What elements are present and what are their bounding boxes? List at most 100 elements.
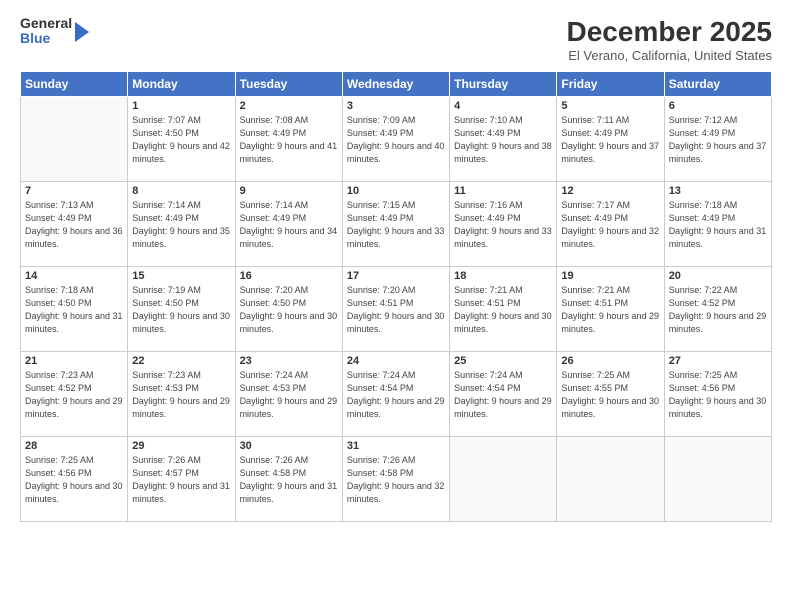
location: El Verano, California, United States bbox=[567, 48, 772, 63]
day-number: 22 bbox=[132, 355, 230, 367]
calendar-week-row: 28 Sunrise: 7:25 AMSunset: 4:56 PMDaylig… bbox=[21, 437, 772, 522]
day-number: 26 bbox=[561, 355, 659, 367]
month-title: December 2025 bbox=[567, 16, 772, 48]
day-number: 7 bbox=[25, 185, 123, 197]
table-row: 21 Sunrise: 7:23 AMSunset: 4:52 PMDaylig… bbox=[21, 352, 128, 437]
day-number: 11 bbox=[454, 185, 552, 197]
day-info: Sunrise: 7:14 AMSunset: 4:49 PMDaylight:… bbox=[240, 199, 338, 251]
day-info: Sunrise: 7:14 AMSunset: 4:49 PMDaylight:… bbox=[132, 199, 230, 251]
day-number: 20 bbox=[669, 270, 767, 282]
day-number: 10 bbox=[347, 185, 445, 197]
table-row bbox=[664, 437, 771, 522]
col-thursday: Thursday bbox=[450, 72, 557, 97]
table-row: 27 Sunrise: 7:25 AMSunset: 4:56 PMDaylig… bbox=[664, 352, 771, 437]
day-number: 8 bbox=[132, 185, 230, 197]
day-info: Sunrise: 7:08 AMSunset: 4:49 PMDaylight:… bbox=[240, 114, 338, 166]
table-row: 14 Sunrise: 7:18 AMSunset: 4:50 PMDaylig… bbox=[21, 267, 128, 352]
day-info: Sunrise: 7:11 AMSunset: 4:49 PMDaylight:… bbox=[561, 114, 659, 166]
day-info: Sunrise: 7:18 AMSunset: 4:50 PMDaylight:… bbox=[25, 284, 123, 336]
table-row bbox=[21, 97, 128, 182]
table-row: 10 Sunrise: 7:15 AMSunset: 4:49 PMDaylig… bbox=[342, 182, 449, 267]
table-row: 22 Sunrise: 7:23 AMSunset: 4:53 PMDaylig… bbox=[128, 352, 235, 437]
day-info: Sunrise: 7:26 AMSunset: 4:58 PMDaylight:… bbox=[240, 454, 338, 506]
table-row bbox=[557, 437, 664, 522]
day-info: Sunrise: 7:12 AMSunset: 4:49 PMDaylight:… bbox=[669, 114, 767, 166]
day-number: 24 bbox=[347, 355, 445, 367]
table-row: 18 Sunrise: 7:21 AMSunset: 4:51 PMDaylig… bbox=[450, 267, 557, 352]
calendar-week-row: 1 Sunrise: 7:07 AMSunset: 4:50 PMDayligh… bbox=[21, 97, 772, 182]
calendar-week-row: 21 Sunrise: 7:23 AMSunset: 4:52 PMDaylig… bbox=[21, 352, 772, 437]
logo: General Blue bbox=[20, 16, 89, 47]
table-row: 20 Sunrise: 7:22 AMSunset: 4:52 PMDaylig… bbox=[664, 267, 771, 352]
day-info: Sunrise: 7:19 AMSunset: 4:50 PMDaylight:… bbox=[132, 284, 230, 336]
day-info: Sunrise: 7:23 AMSunset: 4:53 PMDaylight:… bbox=[132, 369, 230, 421]
day-info: Sunrise: 7:20 AMSunset: 4:50 PMDaylight:… bbox=[240, 284, 338, 336]
logo-general: General bbox=[20, 16, 72, 31]
day-number: 18 bbox=[454, 270, 552, 282]
table-row: 29 Sunrise: 7:26 AMSunset: 4:57 PMDaylig… bbox=[128, 437, 235, 522]
table-row: 4 Sunrise: 7:10 AMSunset: 4:49 PMDayligh… bbox=[450, 97, 557, 182]
day-info: Sunrise: 7:20 AMSunset: 4:51 PMDaylight:… bbox=[347, 284, 445, 336]
logo-text: General Blue bbox=[20, 16, 72, 47]
header: General Blue December 2025 El Verano, Ca… bbox=[20, 16, 772, 63]
day-info: Sunrise: 7:10 AMSunset: 4:49 PMDaylight:… bbox=[454, 114, 552, 166]
calendar-table: Sunday Monday Tuesday Wednesday Thursday… bbox=[20, 71, 772, 522]
table-row: 24 Sunrise: 7:24 AMSunset: 4:54 PMDaylig… bbox=[342, 352, 449, 437]
day-info: Sunrise: 7:24 AMSunset: 4:54 PMDaylight:… bbox=[454, 369, 552, 421]
day-number: 21 bbox=[25, 355, 123, 367]
day-number: 19 bbox=[561, 270, 659, 282]
day-info: Sunrise: 7:23 AMSunset: 4:52 PMDaylight:… bbox=[25, 369, 123, 421]
day-info: Sunrise: 7:13 AMSunset: 4:49 PMDaylight:… bbox=[25, 199, 123, 251]
title-block: December 2025 El Verano, California, Uni… bbox=[567, 16, 772, 63]
col-wednesday: Wednesday bbox=[342, 72, 449, 97]
col-saturday: Saturday bbox=[664, 72, 771, 97]
day-info: Sunrise: 7:07 AMSunset: 4:50 PMDaylight:… bbox=[132, 114, 230, 166]
day-number: 16 bbox=[240, 270, 338, 282]
day-info: Sunrise: 7:21 AMSunset: 4:51 PMDaylight:… bbox=[561, 284, 659, 336]
day-info: Sunrise: 7:24 AMSunset: 4:53 PMDaylight:… bbox=[240, 369, 338, 421]
day-number: 9 bbox=[240, 185, 338, 197]
logo-arrow-icon bbox=[75, 22, 89, 42]
col-tuesday: Tuesday bbox=[235, 72, 342, 97]
day-number: 29 bbox=[132, 440, 230, 452]
day-number: 2 bbox=[240, 100, 338, 112]
calendar-week-row: 7 Sunrise: 7:13 AMSunset: 4:49 PMDayligh… bbox=[21, 182, 772, 267]
day-number: 5 bbox=[561, 100, 659, 112]
day-number: 13 bbox=[669, 185, 767, 197]
day-info: Sunrise: 7:22 AMSunset: 4:52 PMDaylight:… bbox=[669, 284, 767, 336]
day-info: Sunrise: 7:24 AMSunset: 4:54 PMDaylight:… bbox=[347, 369, 445, 421]
table-row bbox=[450, 437, 557, 522]
day-number: 1 bbox=[132, 100, 230, 112]
day-number: 23 bbox=[240, 355, 338, 367]
day-info: Sunrise: 7:09 AMSunset: 4:49 PMDaylight:… bbox=[347, 114, 445, 166]
table-row: 2 Sunrise: 7:08 AMSunset: 4:49 PMDayligh… bbox=[235, 97, 342, 182]
day-info: Sunrise: 7:25 AMSunset: 4:56 PMDaylight:… bbox=[669, 369, 767, 421]
day-info: Sunrise: 7:15 AMSunset: 4:49 PMDaylight:… bbox=[347, 199, 445, 251]
day-number: 28 bbox=[25, 440, 123, 452]
col-monday: Monday bbox=[128, 72, 235, 97]
table-row: 7 Sunrise: 7:13 AMSunset: 4:49 PMDayligh… bbox=[21, 182, 128, 267]
calendar-header-row: Sunday Monday Tuesday Wednesday Thursday… bbox=[21, 72, 772, 97]
day-number: 3 bbox=[347, 100, 445, 112]
day-number: 4 bbox=[454, 100, 552, 112]
table-row: 1 Sunrise: 7:07 AMSunset: 4:50 PMDayligh… bbox=[128, 97, 235, 182]
table-row: 23 Sunrise: 7:24 AMSunset: 4:53 PMDaylig… bbox=[235, 352, 342, 437]
table-row: 15 Sunrise: 7:19 AMSunset: 4:50 PMDaylig… bbox=[128, 267, 235, 352]
table-row: 30 Sunrise: 7:26 AMSunset: 4:58 PMDaylig… bbox=[235, 437, 342, 522]
day-info: Sunrise: 7:21 AMSunset: 4:51 PMDaylight:… bbox=[454, 284, 552, 336]
table-row: 13 Sunrise: 7:18 AMSunset: 4:49 PMDaylig… bbox=[664, 182, 771, 267]
day-info: Sunrise: 7:25 AMSunset: 4:56 PMDaylight:… bbox=[25, 454, 123, 506]
table-row: 6 Sunrise: 7:12 AMSunset: 4:49 PMDayligh… bbox=[664, 97, 771, 182]
page: General Blue December 2025 El Verano, Ca… bbox=[0, 0, 792, 612]
calendar-week-row: 14 Sunrise: 7:18 AMSunset: 4:50 PMDaylig… bbox=[21, 267, 772, 352]
table-row: 12 Sunrise: 7:17 AMSunset: 4:49 PMDaylig… bbox=[557, 182, 664, 267]
table-row: 5 Sunrise: 7:11 AMSunset: 4:49 PMDayligh… bbox=[557, 97, 664, 182]
table-row: 9 Sunrise: 7:14 AMSunset: 4:49 PMDayligh… bbox=[235, 182, 342, 267]
day-number: 17 bbox=[347, 270, 445, 282]
table-row: 28 Sunrise: 7:25 AMSunset: 4:56 PMDaylig… bbox=[21, 437, 128, 522]
col-sunday: Sunday bbox=[21, 72, 128, 97]
day-info: Sunrise: 7:17 AMSunset: 4:49 PMDaylight:… bbox=[561, 199, 659, 251]
day-info: Sunrise: 7:16 AMSunset: 4:49 PMDaylight:… bbox=[454, 199, 552, 251]
day-number: 31 bbox=[347, 440, 445, 452]
col-friday: Friday bbox=[557, 72, 664, 97]
